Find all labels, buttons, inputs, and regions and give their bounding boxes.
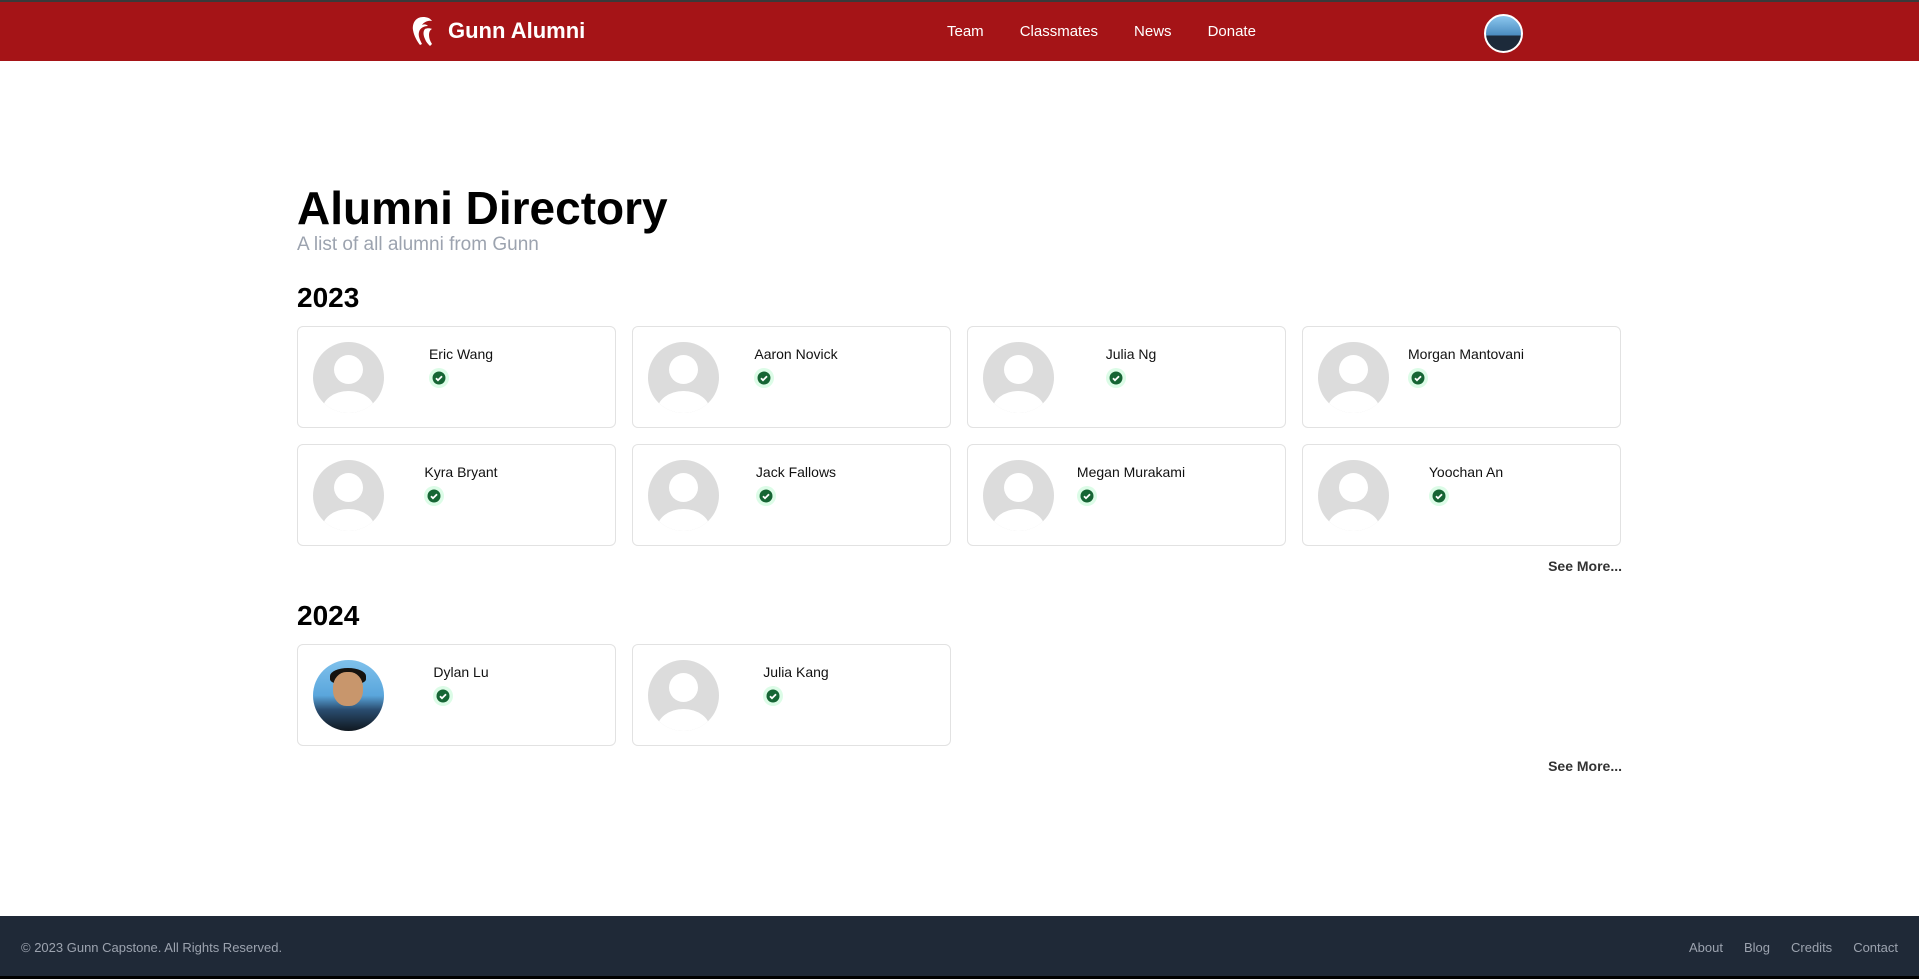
footer-credits[interactable]: Credits	[1791, 940, 1832, 955]
default-avatar-icon	[1318, 460, 1389, 531]
alumni-name: Jack Fallows	[755, 464, 837, 480]
default-avatar-icon	[983, 460, 1054, 531]
see-more-link[interactable]: See More...	[1548, 558, 1622, 574]
alumni-name: Julia Ng	[1105, 346, 1157, 362]
user-avatar[interactable]	[1484, 14, 1523, 53]
alumni-card[interactable]: Morgan Mantovani	[1302, 326, 1621, 428]
alumni-card[interactable]: Julia Ng	[967, 326, 1286, 428]
verified-badge-icon	[424, 486, 445, 506]
nav-donate[interactable]: Donate	[1208, 23, 1256, 40]
alumni-grid: Dylan Lu Julia Kang	[297, 644, 1622, 746]
site-header: Gunn Alumni Team Classmates News Donate	[0, 2, 1919, 61]
alumni-card[interactable]: Dylan Lu	[297, 644, 616, 746]
verified-badge-icon	[754, 368, 775, 388]
see-more-link[interactable]: See More...	[1548, 758, 1622, 774]
alumni-name: Morgan Mantovani	[1408, 346, 1524, 362]
copyright: © 2023 Gunn Capstone. All Rights Reserve…	[21, 940, 283, 955]
alumni-card[interactable]: Jack Fallows	[632, 444, 951, 546]
alumni-name: Dylan Lu	[433, 664, 489, 680]
footer-links: About Blog Credits Contact	[1689, 940, 1898, 955]
default-avatar-icon	[648, 460, 719, 531]
year-section: 2024 Dylan Lu Julia Kang See More...	[297, 600, 1622, 774]
verified-badge-icon	[763, 686, 784, 706]
site-footer: © 2023 Gunn Capstone. All Rights Reserve…	[0, 916, 1919, 976]
alumni-card[interactable]: Kyra Bryant	[297, 444, 616, 546]
default-avatar-icon	[313, 342, 384, 413]
spartan-helmet-icon	[412, 17, 432, 46]
footer-blog[interactable]: Blog	[1744, 940, 1770, 955]
main-nav: Team Classmates News Donate	[947, 23, 1256, 40]
default-avatar-icon	[648, 660, 719, 731]
alumni-name: Julia Kang	[763, 664, 829, 680]
verified-badge-icon	[755, 486, 776, 506]
alumni-name: Kyra Bryant	[424, 464, 498, 480]
alumni-card[interactable]: Julia Kang	[632, 644, 951, 746]
footer-about[interactable]: About	[1689, 940, 1723, 955]
alumni-name: Yoochan An	[1428, 464, 1504, 480]
year-section: 2023 Eric Wang Aaron Novick Julia Ng Mor…	[297, 282, 1622, 574]
alumni-name: Aaron Novick	[754, 346, 838, 362]
footer-contact[interactable]: Contact	[1853, 940, 1898, 955]
site-title: Gunn Alumni	[448, 18, 586, 43]
verified-badge-icon	[1076, 486, 1097, 506]
page-subtitle: A list of all alumni from Gunn	[297, 234, 539, 255]
year-heading: 2024	[297, 600, 360, 631]
nav-team[interactable]: Team	[947, 23, 984, 40]
year-heading: 2023	[297, 282, 360, 313]
verified-badge-icon	[1105, 368, 1126, 388]
verified-badge-icon	[1408, 368, 1429, 388]
nav-news[interactable]: News	[1134, 23, 1172, 40]
alumni-grid: Eric Wang Aaron Novick Julia Ng Morgan M…	[297, 326, 1622, 546]
home-logo-link[interactable]: Gunn Alumni	[410, 15, 585, 47]
alumni-photo	[313, 660, 384, 731]
page-title: Alumni Directory	[297, 182, 668, 234]
verified-badge-icon	[433, 686, 454, 706]
alumni-card[interactable]: Megan Murakami	[967, 444, 1286, 546]
alumni-card[interactable]: Yoochan An	[1302, 444, 1621, 546]
verified-badge-icon	[1428, 486, 1449, 506]
default-avatar-icon	[313, 460, 384, 531]
alumni-card[interactable]: Eric Wang	[297, 326, 616, 428]
alumni-card[interactable]: Aaron Novick	[632, 326, 951, 428]
default-avatar-icon	[983, 342, 1054, 413]
default-avatar-icon	[1318, 342, 1389, 413]
verified-badge-icon	[428, 368, 449, 388]
nav-classmates[interactable]: Classmates	[1020, 23, 1098, 40]
default-avatar-icon	[648, 342, 719, 413]
alumni-name: Eric Wang	[428, 346, 494, 362]
alumni-name: Megan Murakami	[1076, 464, 1186, 480]
alumni-directory: Alumni Directory A list of all alumni fr…	[297, 180, 1622, 774]
